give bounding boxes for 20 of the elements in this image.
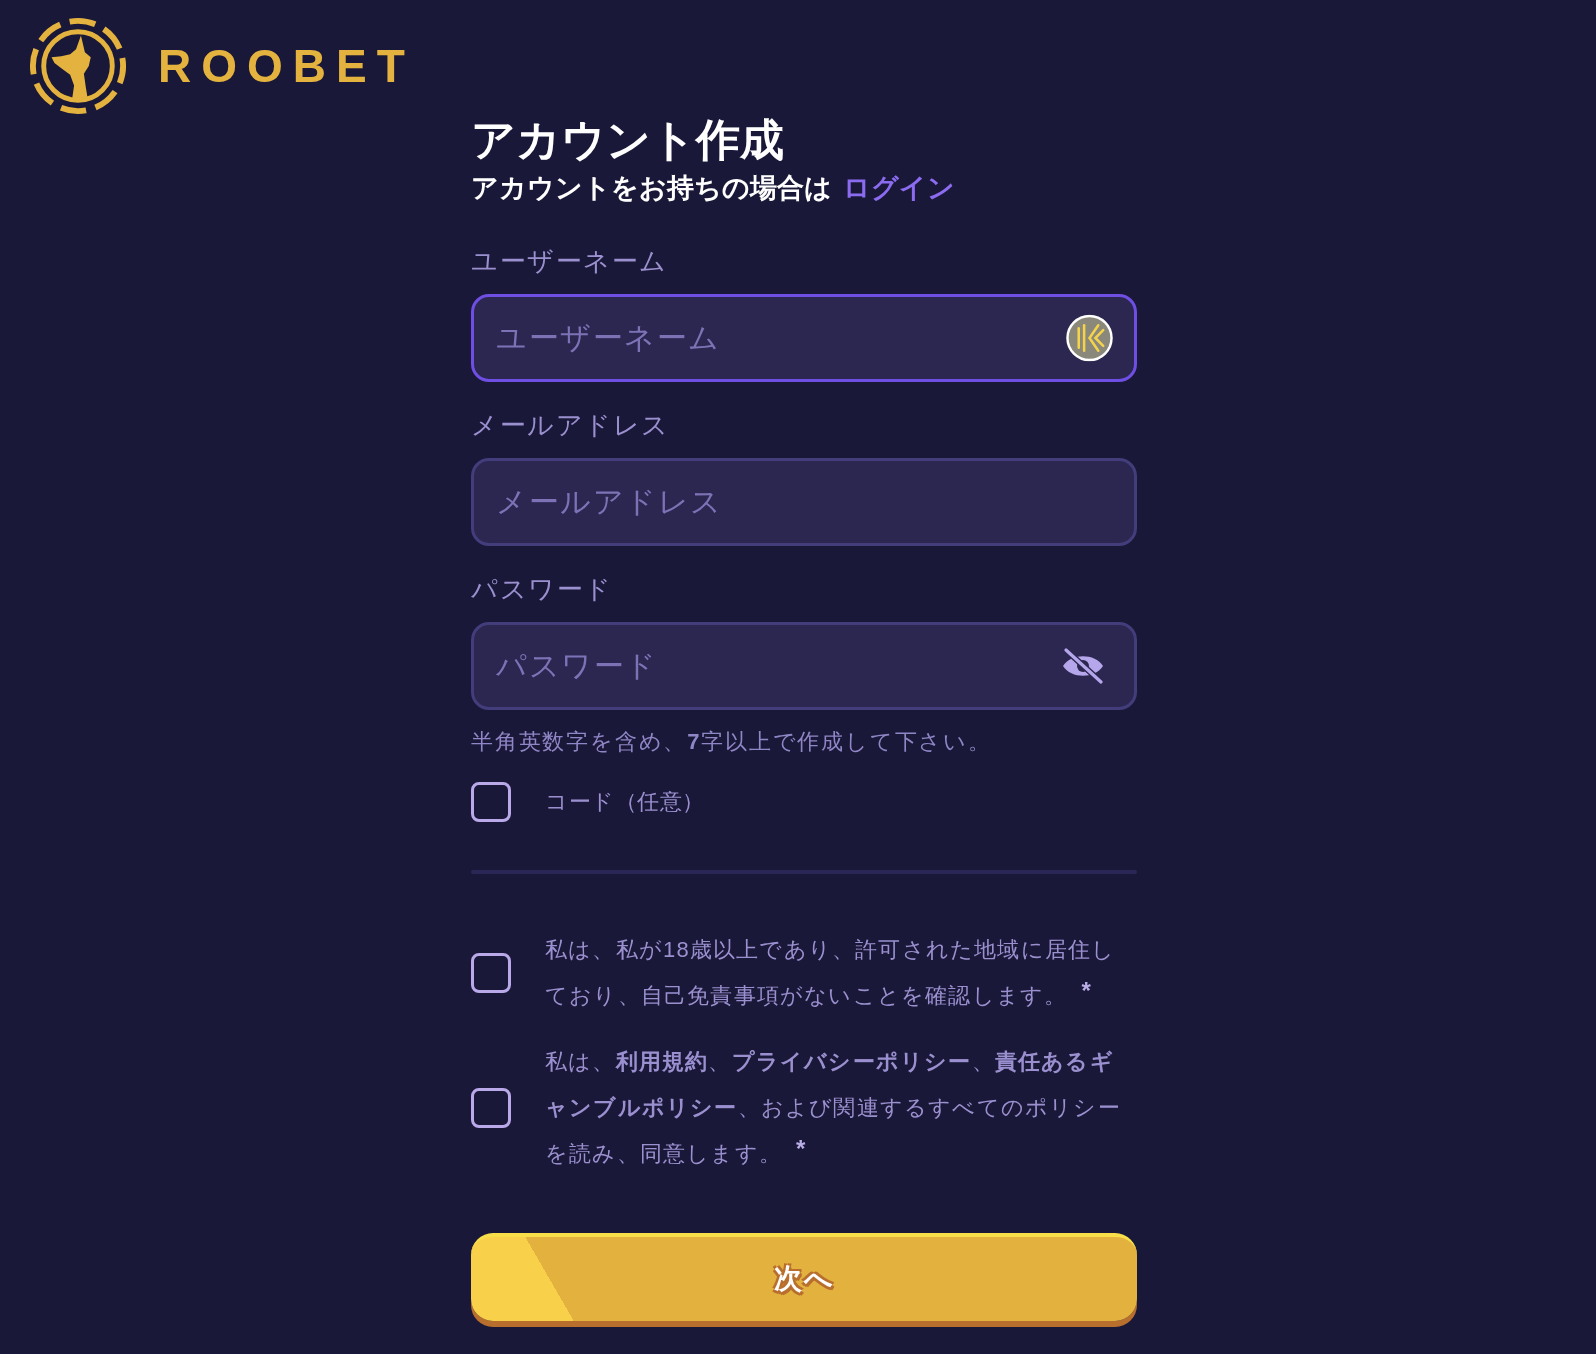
field-label: メールアドレス — [471, 409, 670, 442]
username-field[interactable]: ユーザーネーム — [471, 294, 1137, 382]
logo-wordmark: ROOBET — [158, 43, 415, 89]
login-link[interactable]: ログイン — [843, 173, 955, 203]
password-field[interactable]: パスワード — [471, 622, 1137, 710]
circle-badge-icon[interactable] — [1066, 314, 1113, 362]
field-label: ユーザーネーム — [471, 245, 668, 278]
agreement-checkbox[interactable] — [471, 1088, 511, 1128]
eye-slash-icon[interactable] — [1061, 648, 1105, 684]
agreement-checkbox[interactable] — [471, 953, 511, 993]
email-field[interactable]: メールアドレス — [471, 458, 1137, 546]
field-label: パスワード — [471, 573, 613, 606]
code-label[interactable]: コード（任意） — [545, 787, 705, 817]
login-prompt: アカウントをお持ちの場合は — [471, 173, 832, 203]
logo-icon — [29, 17, 127, 115]
agreement-text: 私は、利用規約、プライバシーポリシー、責任あるギャンブルポリシー、および関連するすべてのポリシーを読み、同意します。 * — [545, 1048, 1122, 1168]
password-hint: 半角英数字を含め、7字以上で作成して下さい。 — [471, 728, 993, 756]
code-checkbox[interactable] — [471, 782, 511, 822]
page-title: アカウント作成 — [471, 115, 785, 165]
agreement-text: 私は、私が18歳以上であり、許可された地域に居住しており、自己免責事項がないことを確認します。 * — [545, 936, 1117, 1010]
